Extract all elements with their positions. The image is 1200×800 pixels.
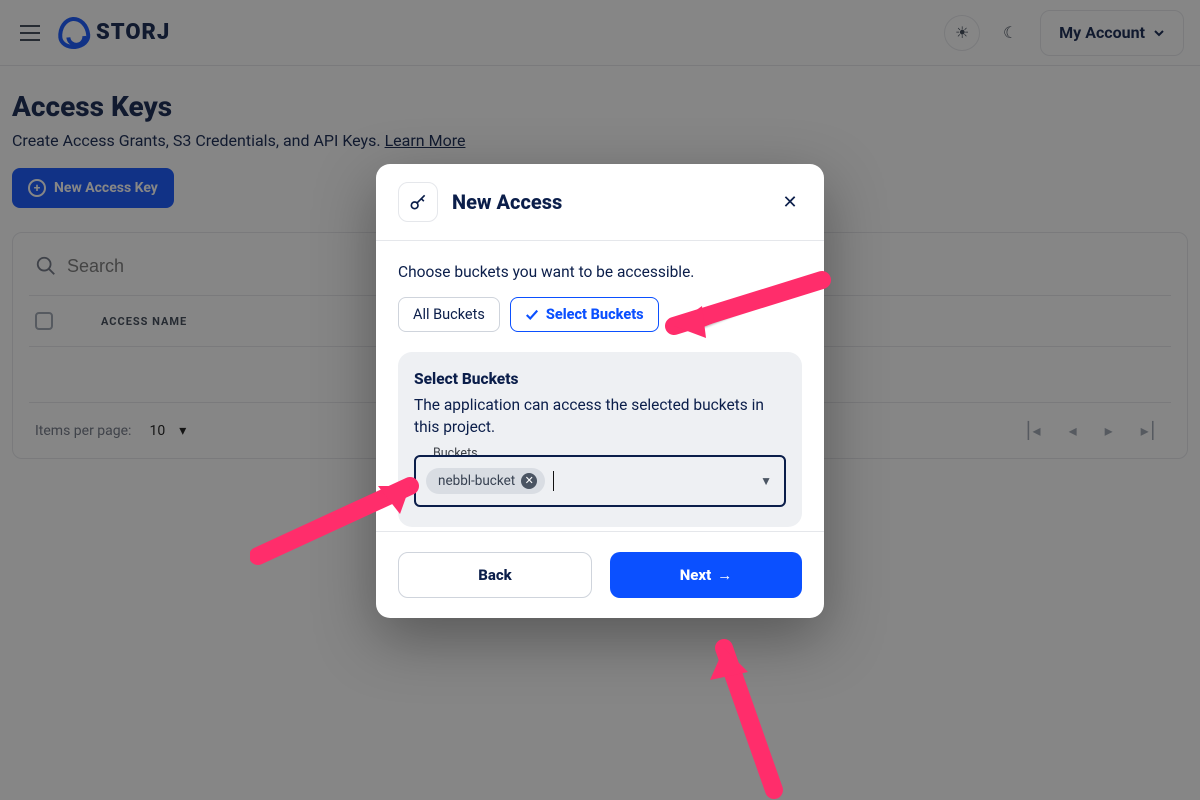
- segment-all-buckets[interactable]: All Buckets: [398, 297, 500, 332]
- segment-select-buckets[interactable]: Select Buckets: [510, 297, 659, 332]
- text-cursor: [553, 471, 554, 491]
- select-panel-title: Select Buckets: [414, 370, 786, 388]
- remove-chip-button[interactable]: ✕: [521, 473, 537, 489]
- bucket-chip: nebbl-bucket ✕: [426, 468, 545, 494]
- modal-body: Choose buckets you want to be accessible…: [376, 241, 824, 531]
- segment-select-label: Select Buckets: [546, 306, 644, 323]
- modal-header: New Access ✕: [376, 164, 824, 241]
- select-panel-description: The application can access the selected …: [414, 394, 786, 439]
- next-label: Next: [680, 566, 712, 584]
- close-icon: ✕: [782, 192, 797, 213]
- buckets-field: Buckets nebbl-bucket ✕ ▼: [414, 455, 786, 507]
- bucket-chip-label: nebbl-bucket: [438, 473, 515, 489]
- close-button[interactable]: ✕: [778, 190, 802, 214]
- close-icon: ✕: [525, 474, 534, 487]
- arrow-right-icon: →: [717, 566, 732, 584]
- bucket-scope-segments: All Buckets Select Buckets: [398, 297, 802, 332]
- new-access-modal: New Access ✕ Choose buckets you want to …: [376, 164, 824, 618]
- segment-all-label: All Buckets: [413, 306, 485, 323]
- check-icon: [525, 308, 539, 322]
- select-buckets-panel: Select Buckets The application can acces…: [398, 352, 802, 527]
- back-button[interactable]: Back: [398, 552, 592, 598]
- buckets-combobox[interactable]: nebbl-bucket ✕ ▼: [414, 455, 786, 507]
- modal-footer: Back Next →: [376, 531, 824, 618]
- next-button[interactable]: Next →: [610, 552, 802, 598]
- back-label: Back: [478, 566, 512, 584]
- modal-title: New Access: [452, 190, 764, 214]
- dropdown-caret-icon[interactable]: ▼: [760, 474, 772, 488]
- modal-description: Choose buckets you want to be accessible…: [398, 263, 802, 281]
- key-icon: [398, 182, 438, 222]
